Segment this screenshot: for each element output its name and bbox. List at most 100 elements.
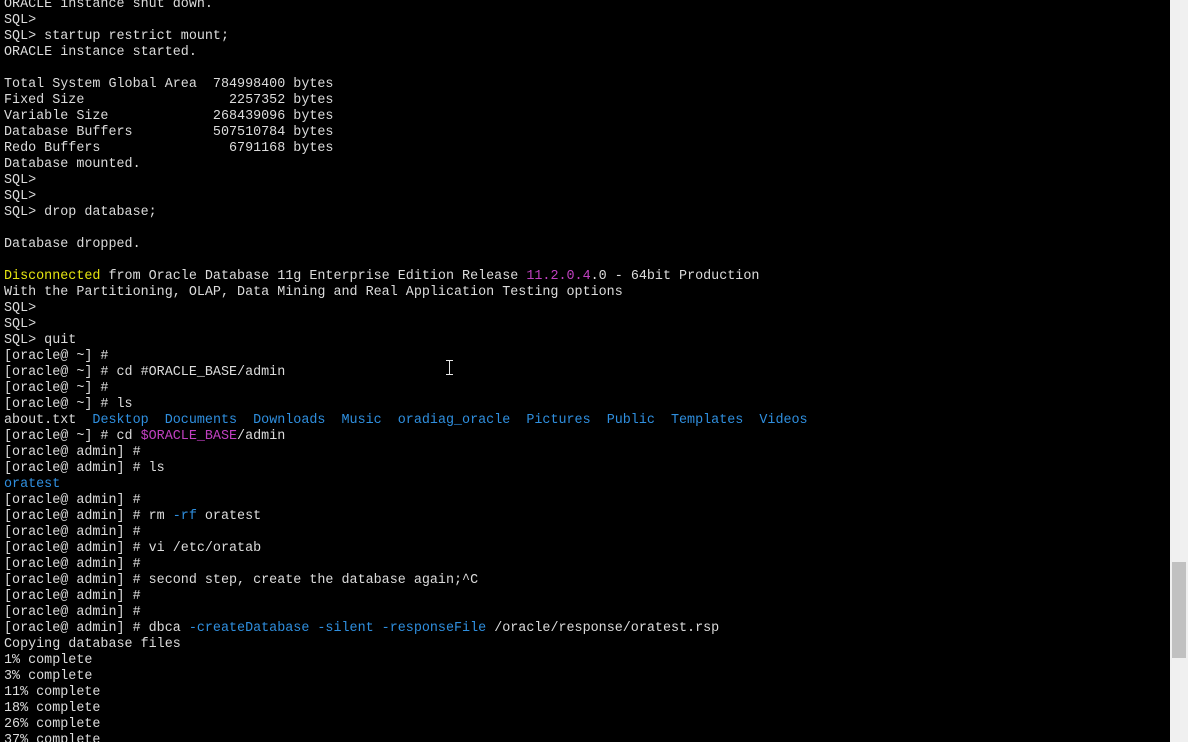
terminal-line: SQL> drop database; xyxy=(4,205,808,221)
vertical-scrollbar[interactable] xyxy=(1170,0,1188,742)
text-cursor-icon xyxy=(446,360,453,375)
terminal-text: [oracle@ admin] # xyxy=(4,605,141,620)
terminal-text: [oracle@ admin] # xyxy=(4,589,141,604)
terminal-line: Database Buffers 507510784 bytes xyxy=(4,125,808,141)
terminal-text: [oracle@ admin] # vi /etc/oratab xyxy=(4,541,262,556)
terminal-line: [oracle@ admin] # vi /etc/oratab xyxy=(4,541,808,557)
terminal-line: [oracle@ admin] # xyxy=(4,445,808,461)
terminal-text: SQL> xyxy=(4,317,37,332)
terminal-line: ORACLE instance started. xyxy=(4,45,808,61)
terminal-line: SQL> xyxy=(4,189,808,205)
terminal-text: With the Partitioning, OLAP, Data Mining… xyxy=(4,285,623,300)
terminal-text: ORACLE instance shut down. xyxy=(4,0,213,12)
scrollbar-thumb[interactable] xyxy=(1172,562,1186,658)
terminal-line: ORACLE instance shut down. xyxy=(4,0,808,13)
terminal-line: [oracle@ admin] # xyxy=(4,589,808,605)
terminal-line: Fixed Size 2257352 bytes xyxy=(4,93,808,109)
terminal-text: [oracle@ admin] # second step, create th… xyxy=(4,573,479,588)
terminal-text: Redo Buffers 6791168 bytes xyxy=(4,141,334,156)
terminal-text: 37% complete xyxy=(4,733,101,742)
terminal-text: [oracle@ admin] # xyxy=(4,525,141,540)
terminal-line: 1% complete xyxy=(4,653,808,669)
terminal-text: SQL> xyxy=(4,173,37,188)
terminal-line: [oracle@ admin] # rm -rf oratest xyxy=(4,509,808,525)
terminal-text: [oracle@ ~] # xyxy=(4,349,109,364)
terminal-line: [oracle@ ~] # ls xyxy=(4,397,808,413)
terminal-line: [oracle@ admin] # xyxy=(4,525,808,541)
terminal-output: ORACLE instance shut down. SQL> SQL> start… xyxy=(4,0,808,742)
terminal-line: [oracle@ ~] # xyxy=(4,381,808,397)
terminal-text: [oracle@ admin] # dbca xyxy=(4,621,189,636)
terminal-text: SQL> startup restrict mount; xyxy=(4,29,229,44)
terminal-line: oratest xyxy=(4,477,808,493)
terminal-text: 1% complete xyxy=(4,653,93,668)
terminal-text: Variable Size 268439096 bytes xyxy=(4,109,334,124)
terminal-text: Database dropped. xyxy=(4,237,141,252)
terminal-text: [oracle@ ~] # ls xyxy=(4,397,133,412)
terminal-text: 3% complete xyxy=(4,669,93,684)
terminal-text: -createDatabase -silent -responseFile xyxy=(188,621,487,636)
terminal-line: 3% complete xyxy=(4,669,808,685)
terminal-line: [oracle@ admin] # xyxy=(4,557,808,573)
terminal-text: -rf xyxy=(172,509,197,524)
terminal-text: Fixed Size 2257352 bytes xyxy=(4,93,334,108)
terminal-text: 18% complete xyxy=(4,701,101,716)
terminal-line: SQL> startup restrict mount; xyxy=(4,29,808,45)
terminal-text: .0 - 64bit Production xyxy=(590,269,760,284)
terminal-text: SQL> xyxy=(4,189,37,204)
terminal-line: Redo Buffers 6791168 bytes xyxy=(4,141,808,157)
terminal-line: Copying database files xyxy=(4,637,808,653)
terminal-text: SQL> drop database; xyxy=(4,205,157,220)
terminal-text: Copying database files xyxy=(4,637,181,652)
terminal-text: ORACLE instance started. xyxy=(4,45,197,60)
terminal-line: 37% complete xyxy=(4,733,808,742)
terminal-text: SQL> xyxy=(4,301,37,316)
terminal-text: oratest xyxy=(196,509,262,524)
terminal-line: [oracle@ ~] # cd #ORACLE_BASE/admin xyxy=(4,365,808,381)
terminal-text: Database mounted. xyxy=(4,157,141,172)
terminal-text: 11.2.0.4 xyxy=(526,269,591,284)
terminal-line: [oracle@ admin] # dbca -createDatabase -… xyxy=(4,621,808,637)
terminal-text: [oracle@ admin] # ls xyxy=(4,461,165,476)
terminal-line: [oracle@ admin] # xyxy=(4,493,808,509)
terminal-text: [oracle@ admin] # rm xyxy=(4,509,173,524)
terminal-text: SQL> quit xyxy=(4,333,77,348)
terminal-text: oratest xyxy=(4,477,61,492)
terminal-text: Disconnected xyxy=(4,269,101,284)
terminal-line: Database dropped. xyxy=(4,237,808,253)
terminal-text: from Oracle Database 11g Enterprise Edit… xyxy=(100,269,527,284)
terminal-line: SQL> xyxy=(4,317,808,333)
terminal-text: /oracle/response/oratest.rsp xyxy=(486,621,720,636)
terminal-window[interactable]: ORACLE instance shut down. SQL> SQL> start… xyxy=(0,0,1170,742)
terminal-text: [oracle@ admin] # xyxy=(4,493,141,508)
terminal-line: [oracle@ ~] # xyxy=(4,349,808,365)
terminal-text: [oracle@ admin] # xyxy=(4,557,141,572)
terminal-text: [oracle@ ~] # cd #ORACLE_BASE/admin xyxy=(4,365,286,380)
terminal-text: $ORACLE_BASE xyxy=(140,429,238,444)
terminal-line: [oracle@ admin] # ls xyxy=(4,461,808,477)
terminal-line: SQL> xyxy=(4,301,808,317)
terminal-line: [oracle@ admin] # second step, create th… xyxy=(4,573,808,589)
terminal-text: [oracle@ ~] # cd xyxy=(4,429,141,444)
terminal-line: With the Partitioning, OLAP, Data Mining… xyxy=(4,285,808,301)
terminal-text: about.txt xyxy=(4,413,93,428)
terminal-line: Total System Global Area 784998400 bytes xyxy=(4,77,808,93)
terminal-line: about.txt Desktop Documents Downloads Mu… xyxy=(4,413,808,429)
terminal-line: 11% complete xyxy=(4,685,808,701)
terminal-line: [oracle@ ~] # cd $ORACLE_BASE/admin xyxy=(4,429,808,445)
terminal-text: /admin xyxy=(237,429,286,444)
terminal-line: 26% complete xyxy=(4,717,808,733)
terminal-text: [oracle@ ~] # xyxy=(4,381,109,396)
terminal-line: 18% complete xyxy=(4,701,808,717)
terminal-line: Database mounted. xyxy=(4,157,808,173)
terminal-line: SQL> xyxy=(4,173,808,189)
terminal-text: 11% complete xyxy=(4,685,101,700)
terminal-line: SQL> xyxy=(4,13,808,29)
terminal-line: SQL> quit xyxy=(4,333,808,349)
terminal-text: Database Buffers 507510784 bytes xyxy=(4,125,334,140)
terminal-text: [oracle@ admin] # xyxy=(4,445,141,460)
terminal-text: 26% complete xyxy=(4,717,101,732)
